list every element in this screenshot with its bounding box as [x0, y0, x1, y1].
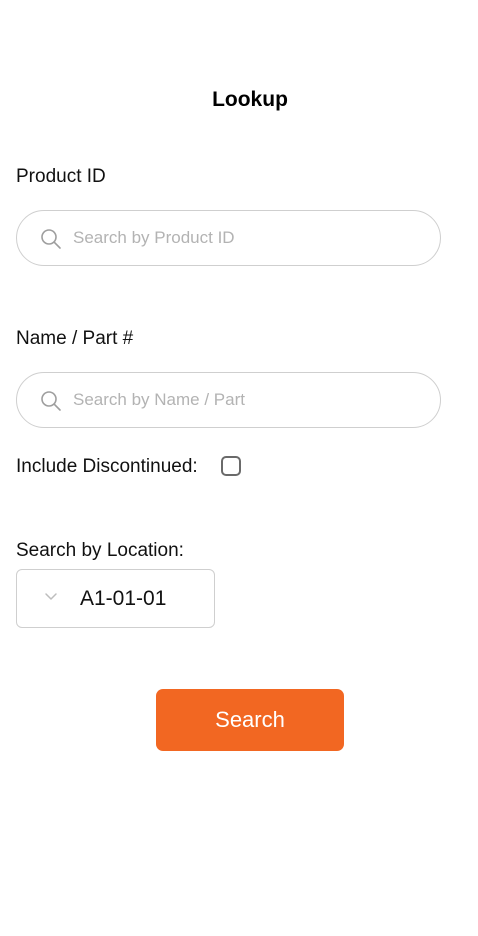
name-part-input[interactable]	[73, 373, 423, 427]
include-discontinued-label: Include Discontinued:	[16, 456, 198, 477]
page-title: Lookup	[212, 88, 288, 111]
search-icon	[41, 391, 61, 411]
location-label: Search by Location:	[16, 540, 184, 561]
product-id-search-box[interactable]	[16, 210, 441, 266]
location-selected-value: A1-01-01	[80, 587, 167, 610]
product-id-input[interactable]	[73, 211, 423, 265]
name-part-label: Name / Part #	[16, 328, 134, 349]
product-id-label: Product ID	[16, 166, 106, 187]
chevron-down-icon	[45, 593, 57, 600]
location-select[interactable]: A1-01-01	[16, 569, 215, 628]
search-icon	[41, 229, 61, 249]
name-part-search-box[interactable]	[16, 372, 441, 428]
search-button[interactable]: Search	[156, 689, 344, 751]
include-discontinued-checkbox[interactable]	[221, 456, 241, 476]
